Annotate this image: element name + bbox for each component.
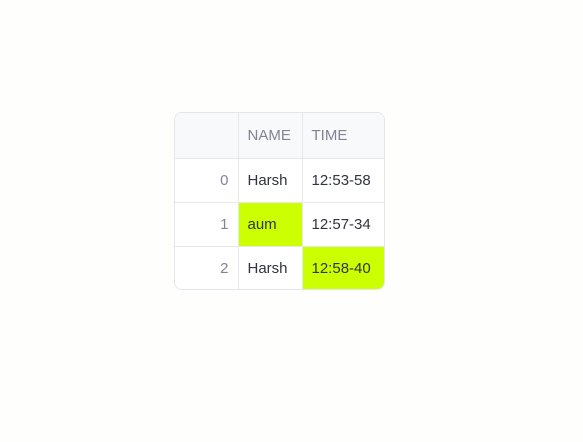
header-time-cell[interactable]: TIME: [302, 113, 384, 159]
row-index-cell[interactable]: 2: [175, 246, 239, 289]
table-header: NAME TIME: [175, 113, 384, 159]
time-cell[interactable]: 12:58-40: [302, 246, 384, 289]
name-cell[interactable]: aum: [238, 202, 303, 247]
name-cell[interactable]: Harsh: [238, 158, 303, 203]
header-name-cell[interactable]: NAME: [238, 113, 303, 159]
row-index-cell[interactable]: 0: [175, 158, 239, 203]
table-row: 1 aum 12:57-34: [175, 202, 384, 247]
table-row: 0 Harsh 12:53-58: [175, 158, 384, 203]
time-cell[interactable]: 12:53-58: [302, 158, 384, 203]
table-body: 0 Harsh 12:53-58 1 aum 12:57-34 2 Harsh …: [175, 158, 384, 289]
header-index-cell[interactable]: [175, 113, 239, 159]
data-table: NAME TIME 0 Harsh 12:53-58 1 aum 12:57-3…: [175, 113, 384, 289]
name-cell[interactable]: Harsh: [238, 246, 303, 289]
table-row: 2 Harsh 12:58-40: [175, 246, 384, 289]
time-cell[interactable]: 12:57-34: [302, 202, 384, 247]
dataframe-container: NAME TIME 0 Harsh 12:53-58 1 aum 12:57-3…: [174, 112, 385, 290]
row-index-cell[interactable]: 1: [175, 202, 239, 247]
header-row: NAME TIME: [175, 113, 384, 159]
